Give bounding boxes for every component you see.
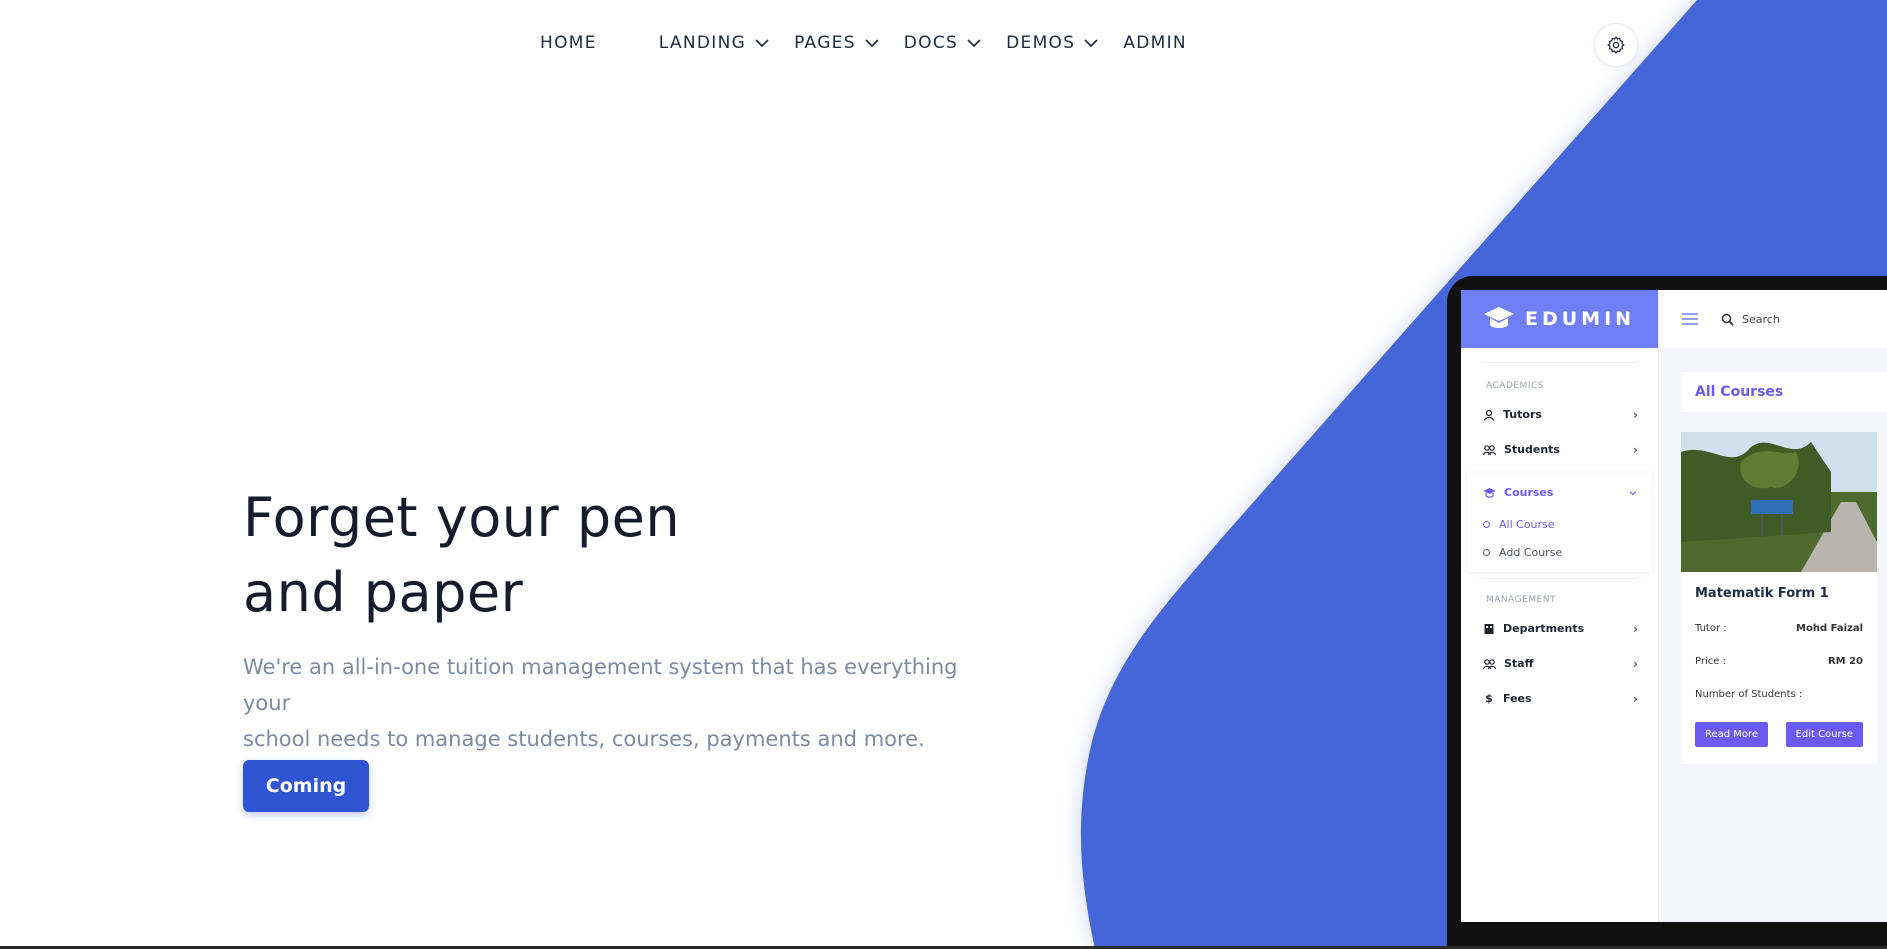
chevron-down-icon [755,39,769,48]
course-tutor-value: Mohd Faizal [1796,623,1863,634]
sidebar-subitem-label: All Course [1499,517,1555,531]
nav-docs-label: DOCS [903,33,959,53]
sidebar-subitem-add-course[interactable]: Add Course [1467,538,1652,566]
course-tutor-row: Tutor : Mohd Faizal [1681,623,1877,634]
app-sidebar: EDUMIN ACADEMICS Tutors › Students › Cou… [1461,290,1659,922]
sidebar-item-label: Fees [1503,692,1532,705]
chevron-right-icon: › [1633,656,1638,671]
dollar-icon: $ [1485,692,1493,705]
app-screenshot: EDUMIN ACADEMICS Tutors › Students › Cou… [1461,290,1887,922]
course-students-label: Number of Students : [1695,689,1803,700]
nav-docs[interactable]: DOCS [904,33,982,53]
sidebar-item-courses[interactable]: Courses [1467,475,1652,510]
nav-admin[interactable]: ADMIN [1123,33,1187,53]
sidebar-item-staff[interactable]: Staff › [1461,646,1658,681]
sidebar-item-label: Tutors [1503,408,1542,421]
gear-icon [1607,36,1625,54]
chevron-down-icon [1629,490,1637,495]
sidebar-item-label: Departments [1503,622,1585,635]
section-management: MANAGEMENT [1486,595,1556,605]
chevron-right-icon: › [1633,407,1638,422]
nav-admin-label: ADMIN [1123,33,1187,53]
sidebar-item-label: Staff [1504,657,1534,670]
chevron-right-icon: › [1633,621,1638,636]
hero-subtitle-line2: school needs to manage students, courses… [243,727,925,751]
course-image [1681,432,1877,572]
circle-icon [1483,548,1490,556]
graduation-cap-icon [1484,307,1514,328]
course-price-value: RM 20 [1827,656,1863,667]
sidebar-item-students[interactable]: Students › [1461,432,1658,467]
sidebar-item-departments[interactable]: Departments › [1461,611,1658,646]
sidebar-subitem-label: Add Course [1499,545,1563,559]
app-search-input[interactable]: Search [1742,313,1780,326]
building-icon [1484,623,1494,634]
nav-demos[interactable]: DEMOS [1006,33,1099,53]
sidebar-item-label: Students [1504,443,1560,456]
sidebar-item-fees[interactable]: $ Fees › [1461,681,1658,716]
nav-demos-label: DEMOS [1006,33,1076,53]
app-brand-name: EDUMIN [1525,308,1636,330]
menu-icon[interactable] [1681,312,1699,326]
hero-subtitle-line1: We're an all-in-one tuition management s… [243,655,958,715]
edit-course-button[interactable]: Edit Course [1785,722,1863,747]
chevron-right-icon: › [1633,691,1638,706]
courses-group: Courses All Course Add Course [1467,473,1652,572]
hero-subtitle: We're an all-in-one tuition management s… [243,649,1003,757]
hero-title: Forget your pen and paper [243,480,863,630]
users-icon [1483,658,1496,669]
nav-home-label: HOME [540,33,597,53]
circle-icon [1483,520,1490,528]
course-price-label: Price : [1695,656,1726,667]
read-more-button[interactable]: Read More [1695,722,1769,747]
user-icon [1483,409,1495,421]
course-actions: Read More Edit Course [1681,722,1877,747]
page-title: All Courses [1681,372,1887,412]
search-icon [1721,313,1734,326]
sidebar-item-tutors[interactable]: Tutors › [1461,397,1658,432]
nav-pages-label: PAGES [794,33,856,53]
chevron-right-icon: › [1633,442,1638,457]
main-nav: HOME LANDING PAGES DOCS DEMOS ADMIN [540,28,1187,58]
course-price-row: Price : RM 20 [1681,656,1877,667]
course-card: Matematik Form 1 Tutor : Mohd Faizal Pri… [1681,432,1877,764]
chevron-down-icon [865,39,879,48]
hero-title-line1: Forget your pen [243,486,681,549]
sidebar-subitem-all-course[interactable]: All Course [1467,510,1652,538]
chevron-down-icon [967,39,981,48]
settings-button[interactable] [1594,23,1638,67]
sidebar-item-label: Courses [1504,486,1554,499]
graduation-cap-icon [1483,487,1496,498]
users-icon [1483,444,1496,455]
coming-button[interactable]: Coming [243,760,369,812]
course-tutor-label: Tutor : [1695,623,1727,634]
chevron-down-icon [1084,39,1098,48]
course-students-row: Number of Students : [1681,689,1877,700]
nav-landing[interactable]: LANDING [659,33,770,53]
app-brand: EDUMIN [1461,290,1658,348]
nav-home[interactable]: HOME [540,33,597,53]
course-title: Matematik Form 1 [1695,586,1829,601]
nav-landing-label: LANDING [658,33,747,53]
section-academics: ACADEMICS [1486,381,1544,391]
hero-title-line2: and paper [243,561,524,624]
app-topbar: Search [1659,290,1887,348]
nav-pages[interactable]: PAGES [794,33,880,53]
